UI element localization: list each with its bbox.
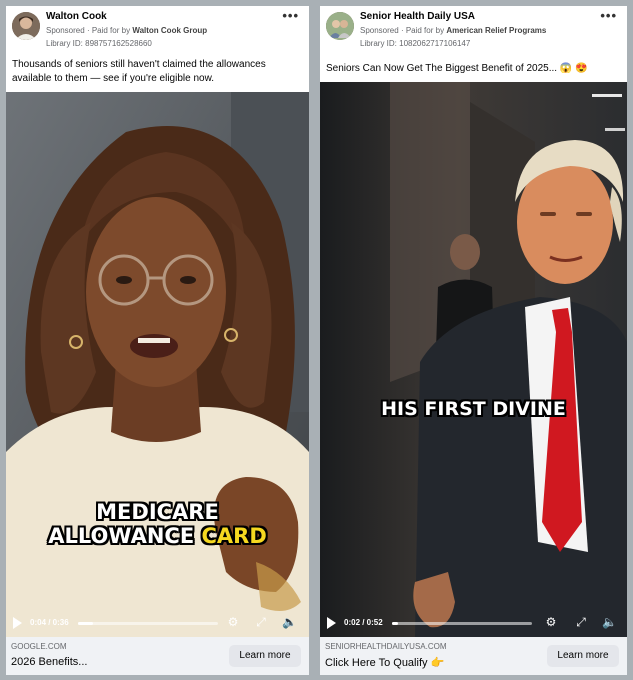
paid-for-prefix: · Paid for by: [400, 26, 445, 35]
ad-caption: Seniors Can Now Get The Biggest Benefit …: [326, 62, 626, 76]
overlay-line-2: ALLOWANCE CARD: [6, 524, 309, 548]
ad-video[interactable]: MEDICARE ALLOWANCE CARD 0:04 / 0:36 ⚙ ⤢ …: [6, 92, 309, 637]
ad-footer: GOOGLE.COM 2026 Benefits... Learn more: [6, 637, 309, 675]
paid-for-by: Walton Cook Group: [132, 26, 208, 35]
ad-card-walton-cook: Walton Cook Sponsored · Paid for by Walt…: [6, 6, 309, 675]
link-domain: GOOGLE.COM: [11, 642, 67, 651]
paid-for-prefix: · Paid for by: [86, 26, 131, 35]
video-progress-bar[interactable]: [78, 622, 218, 625]
volume-icon[interactable]: 🔈: [602, 615, 617, 629]
video-frame: [6, 92, 309, 637]
video-time: 0:04 / 0:36: [30, 618, 69, 627]
ad-caption-text: Seniors Can Now Get The Biggest Benefit …: [326, 63, 558, 74]
ad-footer: SENIORHEALTHDAILYUSA.COM Click Here To Q…: [320, 637, 627, 675]
video-progress-fill: [392, 622, 398, 625]
ad-video[interactable]: HIS FIRST DIVINE 0:02 / 0:52 ⚙ ⤢ 🔈: [320, 82, 627, 637]
ad-caption: Thousands of seniors still haven't claim…: [12, 59, 266, 84]
video-progress-fill: [78, 622, 94, 625]
video-overlay-caption: MEDICARE ALLOWANCE CARD: [6, 500, 309, 548]
fullscreen-icon[interactable]: ⤢: [254, 615, 268, 629]
play-icon[interactable]: [327, 617, 336, 629]
learn-more-button[interactable]: Learn more: [229, 645, 301, 667]
video-controls: 0:04 / 0:36 ⚙ ⤢ 🔈: [6, 609, 309, 637]
pointing-hand-icon: 👉: [430, 657, 445, 669]
link-title[interactable]: Click Here To Qualify 👉: [325, 656, 444, 669]
video-overlay-caption: HIS FIRST DIVINE: [381, 398, 566, 420]
paid-for-by: American Relief Programs: [446, 26, 547, 35]
link-title[interactable]: 2026 Benefits...: [11, 656, 87, 668]
ad-card-senior-health-daily-usa: Senior Health Daily USA Sponsored · Paid…: [320, 6, 627, 675]
ad-header: Senior Health Daily USA Sponsored · Paid…: [320, 6, 627, 54]
more-options-icon[interactable]: •••: [282, 8, 299, 23]
advertiser-name[interactable]: Senior Health Daily USA: [360, 11, 475, 22]
video-controls: 0:02 / 0:52 ⚙ ⤢ 🔈: [320, 609, 627, 637]
learn-more-button[interactable]: Learn more: [547, 645, 619, 667]
more-options-icon[interactable]: •••: [600, 8, 617, 23]
overlay-line-2-yellow: CARD: [201, 524, 267, 548]
advertiser-avatar[interactable]: [12, 12, 40, 40]
advertiser-name[interactable]: Walton Cook: [46, 11, 107, 22]
sponsored-text: Sponsored: [360, 26, 399, 35]
video-progress-bar[interactable]: [392, 622, 532, 625]
video-frame: [320, 82, 627, 637]
settings-icon[interactable]: ⚙: [226, 615, 240, 629]
fullscreen-icon[interactable]: ⤢: [574, 615, 588, 629]
link-title-text: Click Here To Qualify: [325, 657, 428, 669]
video-time: 0:02 / 0:52: [344, 618, 383, 627]
advertiser-avatar[interactable]: [326, 12, 354, 40]
settings-icon[interactable]: ⚙: [544, 615, 558, 629]
overlay-line-1: MEDICARE: [96, 500, 219, 524]
ad-caption-emojis: 😱 😍: [559, 63, 588, 74]
library-id: Library ID: 898757162528660: [46, 39, 152, 48]
ad-header: Walton Cook Sponsored · Paid for by Walt…: [6, 6, 309, 54]
play-icon[interactable]: [13, 617, 22, 629]
sponsored-label: Sponsored · Paid for by Walton Cook Grou…: [46, 26, 207, 35]
link-domain: SENIORHEALTHDAILYUSA.COM: [325, 642, 447, 651]
overlay-line-2-white: ALLOWANCE: [48, 524, 195, 548]
library-id: Library ID: 1082062717106147: [360, 39, 471, 48]
volume-icon[interactable]: 🔈: [282, 615, 297, 629]
sponsored-text: Sponsored: [46, 26, 85, 35]
sponsored-label: Sponsored · Paid for by American Relief …: [360, 26, 546, 35]
